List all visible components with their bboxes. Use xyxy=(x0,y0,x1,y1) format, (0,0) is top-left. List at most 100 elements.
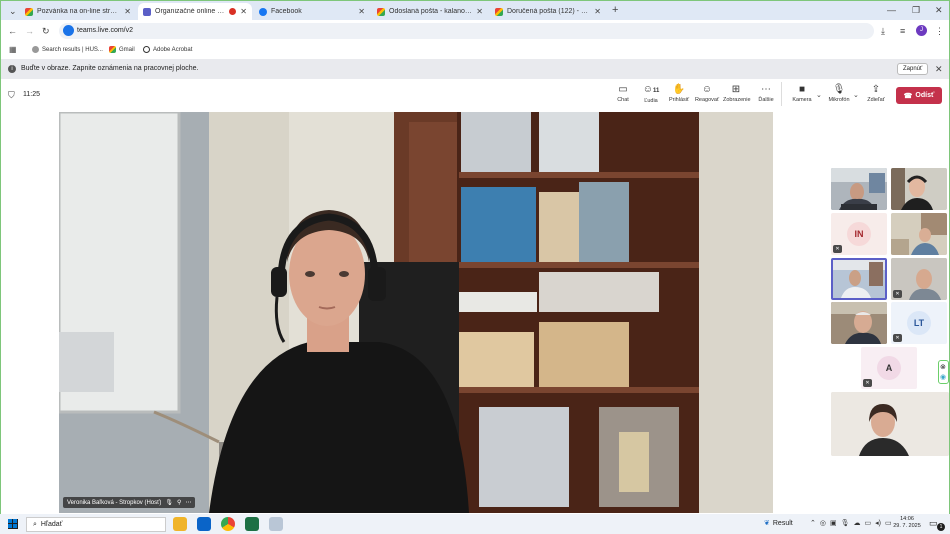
menu-icon[interactable]: ⋮ xyxy=(935,26,944,36)
close-circle-icon[interactable]: ⊗ xyxy=(940,363,946,371)
leaf-icon: ❦ xyxy=(764,520,770,527)
site-info-icon[interactable] xyxy=(63,25,74,36)
grid-view-icon: ⊞ xyxy=(731,84,741,95)
gmail-icon xyxy=(109,46,116,53)
back-icon[interactable]: ← xyxy=(8,26,17,36)
participant-video xyxy=(831,302,887,344)
address-bar[interactable]: teams.live.com/v2 xyxy=(59,23,874,39)
participant-tile[interactable]: ✕ xyxy=(891,258,947,300)
media-icon[interactable]: ≡ xyxy=(900,26,905,36)
bookmark-label: Search results | HUS... xyxy=(42,46,103,53)
outlook-icon[interactable] xyxy=(197,517,211,531)
browser-tab-active[interactable]: Organizačné online stretnutie ✕ xyxy=(138,3,252,20)
participant-tile[interactable]: A ✕ xyxy=(861,347,917,389)
chrome-icon[interactable] xyxy=(221,517,235,531)
app-icon[interactable] xyxy=(269,517,283,531)
info-icon: i xyxy=(8,65,16,73)
bookmark-label: Adobe Acrobat xyxy=(153,46,193,53)
chat-button[interactable]: ▭ Chat xyxy=(610,84,636,103)
participant-tile[interactable] xyxy=(831,168,887,210)
chat-label: Chat xyxy=(617,97,629,103)
close-tab-icon[interactable]: ✕ xyxy=(594,7,601,16)
raise-hand-label: Prihlásiť xyxy=(668,97,690,103)
system-tray: ⌃ ◎ ▣ 🎙 ☁ ▭ ◂) ▭ xyxy=(810,519,892,527)
enable-notifications-button[interactable]: Zapnúť xyxy=(897,63,929,75)
network-icon[interactable]: ▭ xyxy=(865,519,872,527)
people-count: 11 xyxy=(652,88,660,94)
microphone-button[interactable]: 🎙 Mikrofón xyxy=(826,84,852,103)
browser-tab[interactable]: Facebook ✕ xyxy=(254,3,370,20)
download-icon[interactable]: ⤓ xyxy=(881,26,885,36)
tab-title: Facebook xyxy=(271,8,302,15)
pin-icon[interactable]: ⚲ xyxy=(177,499,181,506)
leave-label: Odísť xyxy=(915,92,935,99)
meet-icon[interactable]: ◎ xyxy=(820,519,826,527)
close-tab-icon[interactable]: ✕ xyxy=(240,7,247,16)
weather-widget[interactable]: ❦ Result xyxy=(764,519,793,528)
browser-tab[interactable]: Odoslaná pošta - kalanovajana ✕ xyxy=(372,3,488,20)
participant-avatar: LT xyxy=(907,311,931,335)
windows-taskbar: ⌕ Hľadať ❦ Result ⌃ ◎ ▣ 🎙 ☁ ▭ ◂) ▭ 14:06… xyxy=(0,514,950,534)
tray-chevron-icon[interactable]: ⌃ xyxy=(810,519,816,527)
acrobat-icon xyxy=(143,46,150,53)
close-tab-icon[interactable]: ✕ xyxy=(124,7,131,16)
participant-tile[interactable]: LT ✕ xyxy=(891,302,947,344)
minimize-icon[interactable]: — xyxy=(887,5,896,15)
camera-options-chevron-icon[interactable]: ⌄ xyxy=(816,91,822,101)
gmail-icon xyxy=(377,7,385,16)
leave-button[interactable]: ☎ Odísť xyxy=(896,87,942,104)
participant-tile[interactable] xyxy=(831,302,887,344)
bookmark-item[interactable]: Gmail xyxy=(109,46,135,53)
more-options-icon[interactable]: ⋯ xyxy=(185,499,191,506)
profile-avatar[interactable]: J xyxy=(916,25,927,36)
close-window-icon[interactable]: ✕ xyxy=(935,5,943,15)
more-button[interactable]: ⋯ Ďalšie xyxy=(753,84,779,103)
browser-tab[interactable]: Pozvánka na on-line stretnutie ✕ xyxy=(20,3,136,20)
restore-icon[interactable]: ❐ xyxy=(912,5,920,15)
tab-search-icon[interactable]: ⌄ xyxy=(9,6,17,16)
microphone-icon[interactable]: 🎙 xyxy=(841,519,850,527)
close-notification-icon[interactable]: ✕ xyxy=(935,64,943,74)
people-button[interactable]: ☺11 Ľudia xyxy=(638,84,664,104)
reload-icon[interactable]: ↻ xyxy=(42,26,50,36)
facebook-icon xyxy=(259,7,267,16)
raise-hand-button[interactable]: ✋ Prihlásiť xyxy=(666,84,692,103)
taskbar-search-box[interactable]: ⌕ Hľadať xyxy=(26,517,166,532)
target-icon[interactable]: ◉ xyxy=(940,373,946,381)
microphone-icon: 🎙 xyxy=(832,84,846,95)
clock[interactable]: 14:06 29. 7. 2025 xyxy=(893,516,921,530)
browser-tab[interactable]: Doručená pošta (122) - kalanov ✕ xyxy=(490,3,606,20)
file-explorer-icon[interactable] xyxy=(173,517,187,531)
battery-icon[interactable]: ▭ xyxy=(885,519,892,527)
react-button[interactable]: ☺ Reagovať xyxy=(694,84,720,103)
excel-icon[interactable] xyxy=(245,517,259,531)
participant-tile[interactable]: IN ✕ xyxy=(831,213,887,255)
muted-mic-icon: ✕ xyxy=(893,334,902,342)
participant-tile-active-speaker[interactable] xyxy=(831,258,887,300)
new-tab-icon[interactable]: + xyxy=(612,5,618,16)
mic-options-chevron-icon[interactable]: ⌄ xyxy=(853,91,859,101)
participant-video xyxy=(833,260,885,298)
close-tab-icon[interactable]: ✕ xyxy=(476,7,483,16)
muted-mic-icon: ✕ xyxy=(893,290,902,298)
main-video-feed[interactable]: Veronika Baľková - Stropkov (Hosť) 🎙 ⚲ ⋯ xyxy=(59,112,773,513)
self-view-tile[interactable] xyxy=(831,392,949,456)
camera-button[interactable]: ■ Kamera xyxy=(789,84,815,103)
recording-icon xyxy=(229,8,237,15)
windows-start-icon[interactable] xyxy=(8,519,18,529)
apps-grid-icon[interactable]: ▦ xyxy=(9,45,17,55)
cloud-icon[interactable]: ☁ xyxy=(854,519,861,527)
bookmark-item[interactable]: Adobe Acrobat xyxy=(143,46,192,53)
volume-icon[interactable]: ◂) xyxy=(875,519,881,527)
participant-tile[interactable] xyxy=(891,213,947,255)
chat-icon: ▭ xyxy=(618,84,628,95)
view-button[interactable]: ⊞ Zobrazenie xyxy=(723,84,751,103)
share-button[interactable]: ⇪ Zdieľať xyxy=(863,84,889,103)
camera-icon[interactable]: ▣ xyxy=(830,519,837,527)
forward-icon[interactable]: → xyxy=(25,26,34,36)
bookmark-item[interactable]: Search results | HUS... xyxy=(32,46,103,53)
gmail-icon xyxy=(25,7,33,16)
participant-tile[interactable] xyxy=(891,168,947,210)
tab-title: Pozvánka na on-line stretnutie xyxy=(37,8,120,15)
close-tab-icon[interactable]: ✕ xyxy=(358,7,365,16)
